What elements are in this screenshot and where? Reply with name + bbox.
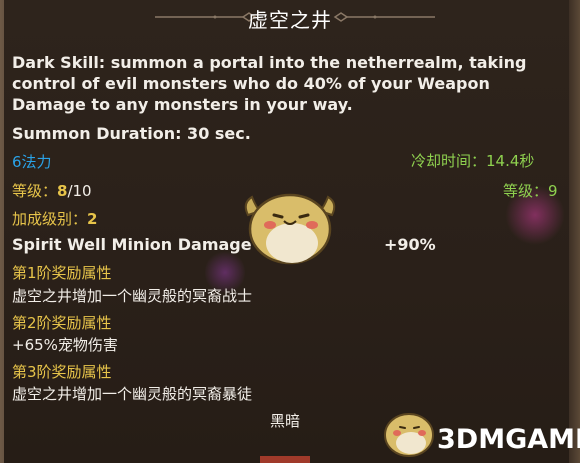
- title-ornament-right-icon: [333, 12, 435, 22]
- required-level-label: 等级：: [503, 182, 549, 200]
- mascot-bird-icon: [244, 193, 336, 265]
- element-type: 黑暗: [270, 412, 301, 430]
- skill-description: Dark Skill: summon a portal into the net…: [12, 53, 527, 114]
- summon-duration: Summon Duration: 30 sec.: [12, 124, 251, 143]
- watermark-text: 3DMGAME: [437, 424, 580, 455]
- bonus-tier-value: 2: [87, 210, 98, 228]
- frame-right-edge: [568, 0, 580, 463]
- tier-1-text: 虚空之井增加一个幽灵般的冥裔战士: [12, 287, 253, 305]
- required-level-value: 9: [548, 182, 558, 200]
- skill-level-current: 8: [57, 182, 68, 200]
- watermark-logo-icon: [384, 413, 434, 457]
- bonus-tier-label: 加成级别：: [12, 210, 88, 228]
- stat-name: Spirit Well Minion Damage: [12, 235, 252, 254]
- bottom-edge-accent: [260, 456, 310, 463]
- tier-2-text: +65%宠物伤害: [12, 336, 118, 354]
- tier-3-title: 第3阶奖励属性: [12, 363, 112, 381]
- skill-level-max: /10: [67, 182, 92, 200]
- title-bar: 虚空之井: [0, 0, 580, 32]
- bonus-tier-row: 加成级别：2: [12, 208, 97, 229]
- skill-level-label: 等级：: [12, 182, 58, 200]
- cooldown-row: 冷却时间：14.4秒: [411, 150, 534, 171]
- required-level-row: 等级：9: [503, 180, 558, 201]
- tier-2-title: 第2阶奖励属性: [12, 314, 112, 332]
- tier-3-text: 虚空之井增加一个幽灵般的冥裔暴徒: [12, 385, 253, 403]
- mana-cost: 6法力: [12, 153, 52, 171]
- tier-1-title: 第1阶奖励属性: [12, 264, 112, 282]
- cooldown-value: 14.4秒: [486, 152, 535, 170]
- skill-title: 虚空之井: [248, 8, 332, 32]
- stat-value: +90%: [384, 235, 436, 254]
- cooldown-label: 冷却时间：: [411, 152, 487, 170]
- skill-level-row: 等级：8/10: [12, 180, 92, 201]
